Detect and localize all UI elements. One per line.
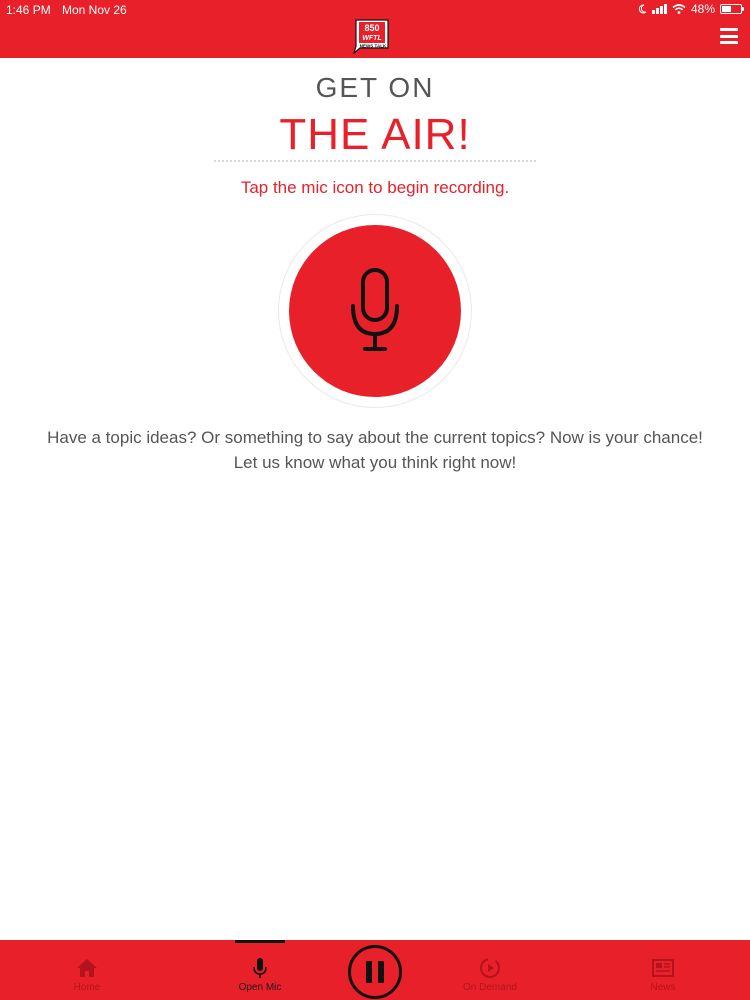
- logo-number: 850: [364, 23, 379, 33]
- tab-label-home: Home: [73, 982, 101, 993]
- pause-icon: [366, 961, 372, 983]
- logo-tagline: NEWS TALK: [360, 44, 387, 49]
- microphone-icon: [351, 268, 399, 351]
- record-instruction: Tap the mic icon to begin recording.: [240, 178, 510, 197]
- record-mic-button[interactable]: [289, 225, 461, 397]
- cellular-signal-icon: [651, 4, 667, 14]
- status-date: Mon Nov 26: [62, 3, 127, 17]
- tab-label-news: News: [650, 982, 676, 993]
- status-time: 1:46 PM: [6, 3, 51, 17]
- pause-icon: [378, 961, 384, 983]
- hamburger-menu-icon[interactable]: [720, 28, 738, 44]
- tab-label-open-mic: Open Mic: [238, 982, 282, 993]
- battery-icon: [720, 4, 744, 14]
- logo-call-sign: WFTL: [362, 35, 381, 42]
- tab-news[interactable]: News: [633, 940, 693, 1000]
- on-demand-icon: [480, 958, 500, 978]
- battery-percentage: 48%: [690, 2, 715, 16]
- home-icon: [77, 959, 97, 977]
- status-bar: 1:46 PM Mon Nov 26 48%: [0, 0, 750, 20]
- pause-button[interactable]: [348, 945, 402, 999]
- station-logo: 850 WFTL NEWS TALK: [353, 19, 389, 54]
- tab-open-mic[interactable]: Open Mic: [230, 940, 290, 1000]
- heading-the-air: THE AIR!: [279, 110, 471, 159]
- heading-get-on: GET ON: [315, 72, 435, 103]
- newspaper-icon: [652, 959, 674, 977]
- tab-on-demand[interactable]: On Demand: [455, 940, 525, 1000]
- active-tab-indicator: [235, 940, 285, 943]
- tab-label-on-demand: On Demand: [463, 982, 517, 993]
- status-indicators: 48%: [638, 2, 744, 16]
- wifi-icon: [672, 4, 686, 14]
- microphone-icon: [253, 958, 267, 978]
- dotted-divider: [214, 160, 536, 162]
- app-header: 1:46 PM Mon Nov 26 48% 850 WFTL NEWS TAL…: [0, 0, 750, 58]
- app-screen: 1:46 PM Mon Nov 26 48% 850 WFTL NEWS TAL…: [0, 0, 750, 1000]
- open-mic-description: Have a topic ideas? Or something to say …: [47, 428, 703, 472]
- tab-home[interactable]: Home: [57, 940, 117, 1000]
- moon-icon: [638, 4, 647, 14]
